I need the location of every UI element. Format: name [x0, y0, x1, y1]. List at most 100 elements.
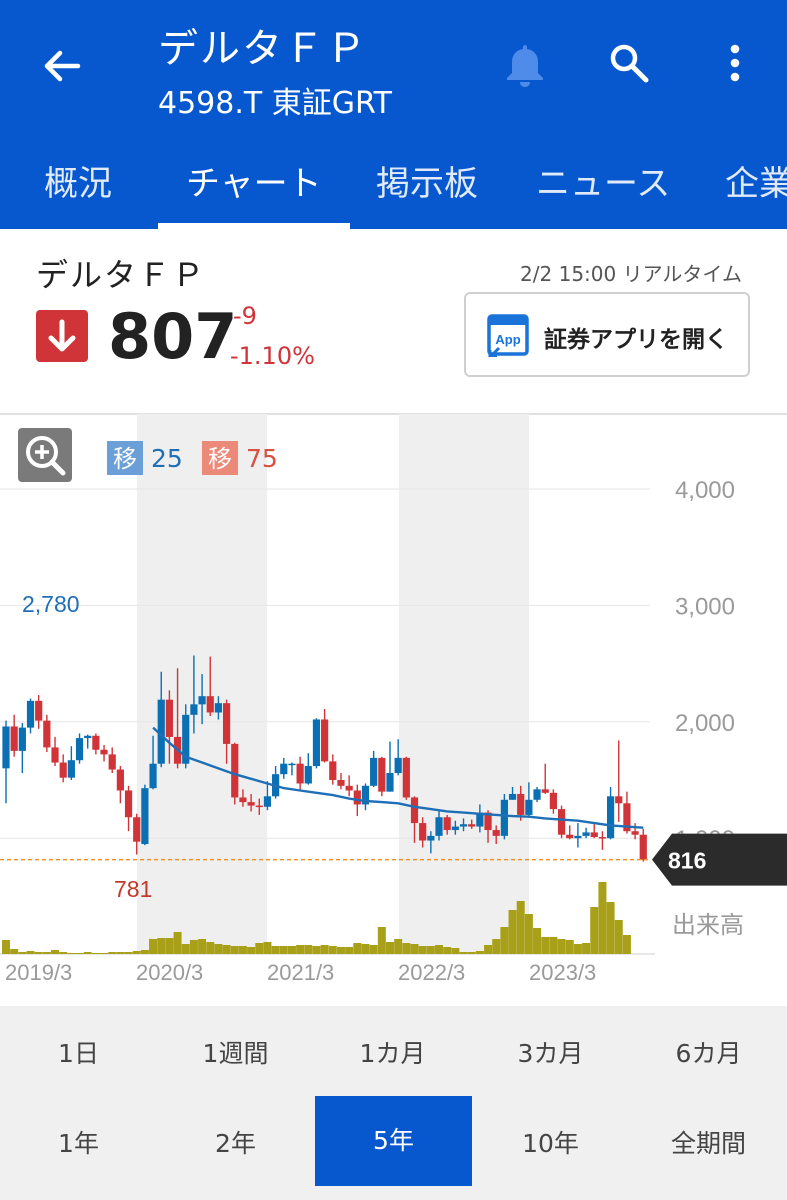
volume-bar [410, 944, 419, 954]
volume-bar [328, 946, 337, 954]
volume-bar [26, 951, 35, 954]
volume-bar [296, 945, 305, 954]
price-timestamp: 2/2 15:00 リアルタイム [520, 262, 742, 286]
volume-bar [263, 942, 272, 954]
candle [386, 741, 394, 792]
ma75-badge-text: 移 [208, 445, 232, 473]
high-price-label: 2,780 [22, 591, 80, 617]
volume-label: 出来高 [672, 911, 744, 939]
period-1w[interactable]: 1週間 [157, 1034, 314, 1074]
volume-bar [34, 952, 43, 954]
price-chart[interactable]: 4,0003,0002,0001,000 8162,780781出来高2019/… [0, 414, 787, 1006]
volume-bar [149, 939, 158, 954]
ma25-badge-text: 移 [113, 445, 137, 473]
back-arrow-icon[interactable] [40, 44, 84, 88]
candle [549, 789, 557, 814]
candle [280, 757, 288, 779]
candle [337, 773, 345, 790]
candle [606, 786, 615, 840]
volume-bar [173, 932, 182, 954]
period-10y[interactable]: 10年 [472, 1124, 629, 1164]
period-all[interactable]: 全期間 [630, 1124, 787, 1164]
candle [312, 718, 321, 769]
volume-bar [320, 945, 329, 954]
volume-bar [369, 945, 378, 954]
period-1y[interactable]: 1年 [0, 1124, 157, 1164]
volume-bar [2, 940, 10, 954]
volume-bar [157, 938, 166, 954]
volume-bar [361, 944, 370, 954]
volume-bar [287, 946, 296, 954]
period-3m[interactable]: 3カ月 [472, 1034, 629, 1074]
candle [402, 756, 410, 800]
volume-bar [565, 940, 574, 954]
volume-bar [590, 907, 599, 954]
zoom-button[interactable] [18, 428, 72, 482]
x-tick-label: 2019/3 [5, 960, 72, 985]
candle [272, 766, 280, 799]
ma75-label: 75 [246, 444, 278, 473]
candle [108, 747, 116, 774]
volume-bar [451, 948, 460, 954]
volume-bar [475, 951, 484, 954]
volume-bar [181, 944, 190, 954]
bell-icon[interactable] [500, 40, 550, 90]
candle [378, 756, 386, 797]
volume-bar [271, 946, 280, 954]
tab-overview[interactable]: 概況 [44, 156, 112, 205]
volume-bar [377, 927, 386, 954]
candle [370, 750, 378, 787]
candle [639, 828, 647, 862]
candle [345, 775, 353, 797]
candle [288, 762, 296, 776]
volume-bar [222, 945, 231, 954]
period-1d[interactable]: 1日 [0, 1034, 157, 1074]
candle [59, 754, 67, 783]
x-tick-label: 2022/3 [398, 960, 465, 985]
x-tick-label: 2021/3 [267, 960, 334, 985]
volume-bar [108, 952, 117, 954]
period-2y[interactable]: 2年 [157, 1124, 314, 1164]
tab-board[interactable]: 掲示板 [376, 156, 478, 205]
period-5y[interactable]: 5年 [315, 1096, 472, 1186]
open-app-button[interactable]: App 証券アプリを開く [464, 292, 750, 377]
period-1m[interactable]: 1カ月 [314, 1034, 471, 1074]
volume-bar [353, 943, 362, 954]
volume-bar [67, 953, 76, 954]
volume-bar [418, 946, 427, 954]
candle [296, 756, 304, 791]
volume-bar [394, 939, 403, 954]
candle [2, 720, 10, 804]
open-app-label: 証券アプリを開く [544, 327, 728, 353]
arrow-down-icon [48, 319, 76, 352]
volume-bar [124, 952, 133, 954]
candle [92, 733, 100, 755]
volume-bar [75, 953, 84, 954]
volume-bar [59, 952, 68, 954]
volume-bar [614, 920, 623, 954]
period-6m[interactable]: 6カ月 [630, 1034, 787, 1074]
volume-bar [206, 942, 215, 954]
volume-bar [606, 902, 615, 954]
volume-bar [508, 910, 517, 954]
ma25-label: 25 [151, 444, 183, 473]
volume-bar [198, 939, 207, 954]
search-icon[interactable] [606, 40, 652, 86]
app-bar: デルタＦＰ 4598.T 東証GRT 概況 チャート 掲示板 ニュース 企業 [0, 0, 787, 229]
tab-company[interactable]: 企業 [725, 156, 787, 205]
candle [631, 823, 639, 840]
volume-bar [492, 939, 501, 954]
volume-bar [557, 939, 566, 954]
period-selector: 1日 1週間 1カ月 3カ月 6カ月 1年 2年 5年 10年 全期間 [0, 1006, 787, 1200]
volume-bar [189, 940, 198, 954]
tab-chart[interactable]: チャート [186, 156, 322, 205]
volume-bar [500, 927, 509, 954]
low-price-label: 781 [114, 876, 152, 902]
volume-bar [51, 950, 60, 954]
volume-bar [132, 951, 141, 954]
tab-news[interactable]: ニュース [536, 156, 670, 205]
volume-bar [524, 914, 533, 954]
y-tick-label: 4,000 [675, 477, 735, 504]
more-options-icon[interactable] [718, 40, 752, 86]
candle [26, 698, 35, 734]
